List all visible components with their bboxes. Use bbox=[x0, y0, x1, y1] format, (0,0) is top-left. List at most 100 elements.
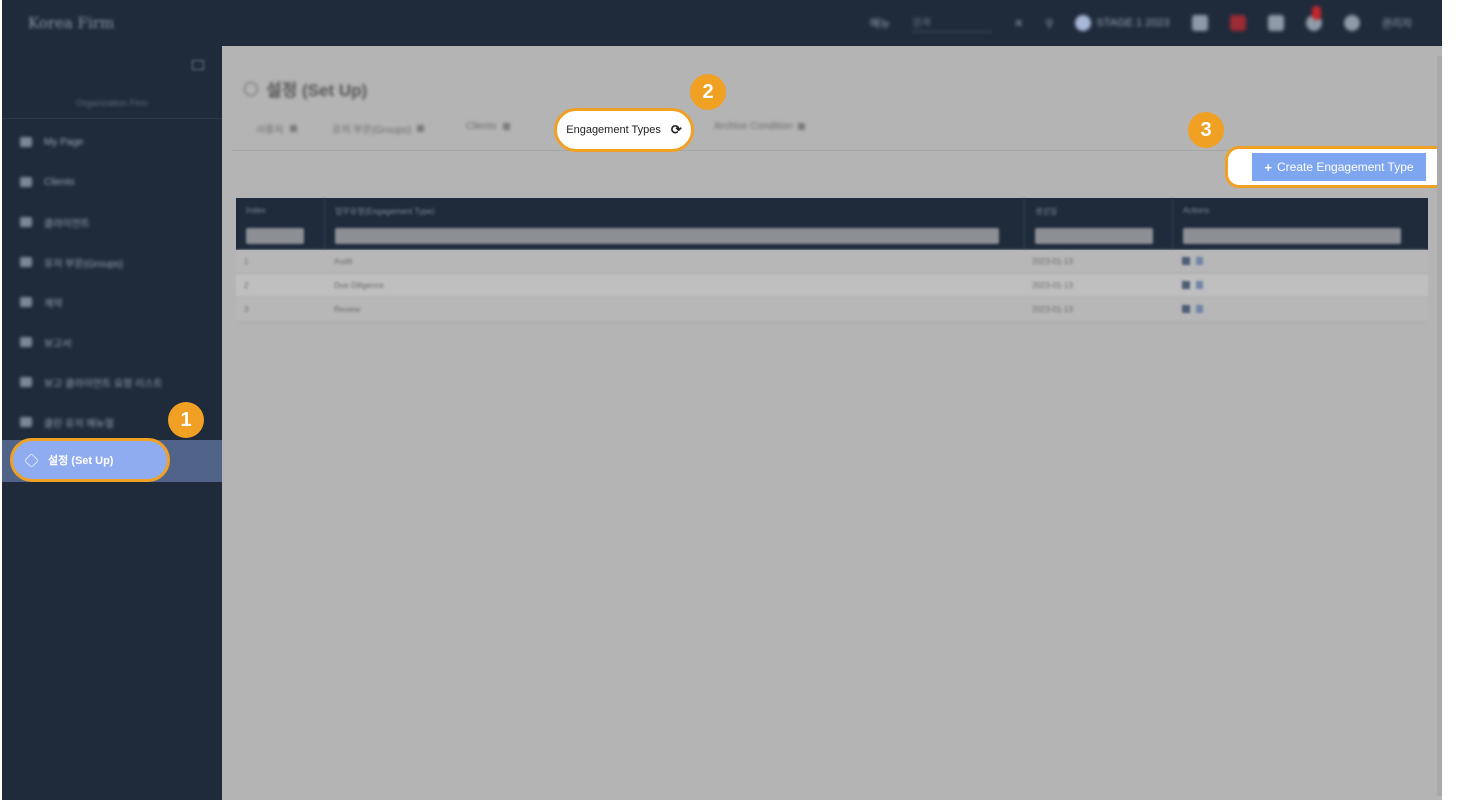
sidebar-item-groups[interactable]: 유저 부문(Groups) bbox=[2, 242, 222, 282]
sidebar-divider bbox=[2, 118, 222, 119]
column-header-index[interactable]: Index bbox=[236, 198, 324, 250]
tab-groups[interactable]: 유저 부문(Groups) bbox=[332, 121, 425, 136]
column-header-date[interactable]: 생성일 bbox=[1024, 198, 1172, 250]
table-row[interactable]: 2 Due Diligence 2023-01-13 bbox=[236, 274, 1428, 298]
sidebar-item-contracts[interactable]: 계약 bbox=[2, 282, 222, 322]
main-content: 설정 (Set Up) 사용자 유저 부문(Groups) Clients Ar… bbox=[222, 46, 1442, 800]
tab-archive-condition[interactable]: Archive Condition bbox=[714, 121, 806, 132]
column-header-type[interactable]: 업무유형(Engagement Type) bbox=[324, 198, 1024, 250]
collapse-sidebar-icon[interactable] bbox=[192, 60, 204, 70]
sidebar-item-reports[interactable]: 보고서 bbox=[2, 322, 222, 362]
tab-engagement-types[interactable]: Engagement Types ⟳ bbox=[554, 108, 694, 152]
filter-input[interactable] bbox=[1183, 228, 1401, 244]
create-button-highlight: + Create Engagement Type bbox=[1225, 146, 1442, 188]
row-actions bbox=[1182, 257, 1203, 265]
sidebar-item-request-list[interactable]: 보고 클라이언트 요청 리스트 bbox=[2, 362, 222, 402]
table-header: Index 업무유형(Engagement Type) 생성일 Actions bbox=[236, 198, 1428, 250]
home-icon[interactable] bbox=[1191, 15, 1208, 31]
list-icon bbox=[20, 377, 32, 387]
sidebar-item-client[interactable]: 클라이언트 bbox=[2, 202, 222, 242]
help-icon[interactable] bbox=[1343, 15, 1360, 31]
sidebar-item-label: 보고서 bbox=[44, 338, 72, 350]
row-actions bbox=[1182, 305, 1203, 313]
sidebar-item-clients[interactable]: Clients bbox=[2, 162, 222, 202]
app-window: Korea Firm 메뉴 검색 ✕ ⚲ STAGE 1 2023 관리자 Or… bbox=[2, 0, 1442, 800]
top-menu-link[interactable]: 메뉴 bbox=[870, 15, 890, 31]
tab-bar: 사용자 유저 부문(Groups) Clients Archive Condit… bbox=[242, 114, 1442, 144]
trial-status[interactable]: STAGE 1 2023 bbox=[1075, 15, 1170, 31]
cell-date: 2023-01-13 bbox=[1032, 257, 1073, 266]
close-icon[interactable] bbox=[417, 125, 425, 132]
close-icon[interactable] bbox=[798, 123, 806, 130]
cell-type: Due Diligence bbox=[334, 281, 384, 290]
clear-search-icon[interactable]: ✕ bbox=[1014, 17, 1023, 30]
top-bar: Korea Firm 메뉴 검색 ✕ ⚲ STAGE 1 2023 관리자 bbox=[2, 0, 1442, 46]
row-actions bbox=[1182, 281, 1203, 289]
table-row[interactable]: 3 Review 2023-01-13 bbox=[236, 298, 1428, 322]
search-input[interactable]: 검색 bbox=[912, 14, 993, 32]
cell-type: Review bbox=[334, 305, 361, 314]
column-header-actions: Actions bbox=[1172, 198, 1428, 250]
sidebar-menu: My Page Clients 클라이언트 유저 부문(Groups) 계약 보… bbox=[2, 122, 222, 442]
video-icon[interactable] bbox=[1229, 15, 1246, 31]
tab-label: Engagement Types bbox=[566, 124, 661, 136]
tab-clients[interactable]: Clients bbox=[466, 121, 510, 132]
bell-icon[interactable] bbox=[1305, 6, 1322, 31]
sidebar-item-label: 설정 (Set Up) bbox=[48, 455, 114, 467]
delete-icon[interactable] bbox=[1196, 257, 1203, 265]
user-menu[interactable]: 관리자 bbox=[1382, 15, 1412, 31]
settings-icon bbox=[244, 81, 258, 96]
sidebar-item-label: 보고 클라이언트 요청 리스트 bbox=[44, 378, 163, 390]
edit-icon[interactable] bbox=[1182, 305, 1190, 313]
page-title: 설정 (Set Up) bbox=[244, 76, 367, 101]
filter-input[interactable] bbox=[1035, 228, 1153, 244]
page-scrollbar[interactable] bbox=[1437, 56, 1442, 796]
stage-icon bbox=[1075, 15, 1092, 31]
brand-logo[interactable]: Korea Firm bbox=[28, 14, 114, 32]
column-label: Actions bbox=[1183, 206, 1210, 215]
filter-input[interactable] bbox=[246, 228, 304, 244]
filter-input[interactable] bbox=[335, 228, 999, 244]
callout-badge-3: 3 bbox=[1188, 112, 1224, 148]
sidebar-item-label: 계약 bbox=[44, 298, 63, 310]
refresh-icon[interactable]: ⟳ bbox=[671, 122, 682, 138]
settings-icon bbox=[24, 452, 39, 468]
column-label: 생성일 bbox=[1035, 207, 1058, 216]
sidebar-item-setup[interactable]: 설정 (Set Up) bbox=[10, 438, 170, 482]
clients-icon bbox=[20, 177, 32, 187]
book-icon bbox=[20, 417, 32, 427]
tab-label: Clients bbox=[466, 121, 497, 132]
cell-index: 3 bbox=[244, 305, 249, 314]
callout-badge-1: 1 bbox=[168, 402, 204, 438]
trial-label: STAGE 1 2023 bbox=[1096, 17, 1170, 29]
report-icon bbox=[20, 337, 32, 347]
close-icon[interactable] bbox=[289, 125, 297, 132]
sidebar-item-label: My Page bbox=[44, 136, 84, 148]
plus-icon: + bbox=[1264, 159, 1273, 175]
tab-label: Archive Condition bbox=[714, 121, 793, 132]
engagement-types-table: Index 업무유형(Engagement Type) 생성일 Actions … bbox=[236, 198, 1428, 322]
tab-label: 유저 부문(Groups) bbox=[332, 125, 412, 136]
tab-users[interactable]: 사용자 bbox=[256, 121, 297, 136]
close-icon[interactable] bbox=[502, 123, 510, 130]
table-row[interactable]: 1 Audit 2023-01-13 bbox=[236, 250, 1428, 274]
org-label: Organization Firm bbox=[76, 98, 148, 108]
handshake-icon bbox=[20, 297, 32, 307]
sidebar-item-label: 유저 부문(Groups) bbox=[44, 258, 124, 270]
edit-icon[interactable] bbox=[1182, 281, 1190, 289]
tab-label: 사용자 bbox=[256, 125, 284, 136]
delete-icon[interactable] bbox=[1196, 281, 1203, 289]
folder-icon bbox=[20, 217, 32, 227]
delete-icon[interactable] bbox=[1196, 305, 1203, 313]
search-icon[interactable]: ⚲ bbox=[1045, 17, 1053, 30]
cell-index: 2 bbox=[244, 281, 249, 290]
cell-index: 1 bbox=[244, 257, 249, 266]
sidebar-item-my-page[interactable]: My Page bbox=[2, 122, 222, 162]
edit-icon[interactable] bbox=[1182, 257, 1190, 265]
monitor-icon[interactable] bbox=[1267, 15, 1284, 31]
create-engagement-type-button[interactable]: + Create Engagement Type bbox=[1252, 153, 1426, 181]
sidebar-item-label: Clients bbox=[44, 176, 75, 188]
column-label: 업무유형(Engagement Type) bbox=[335, 207, 435, 216]
column-label: Index bbox=[246, 206, 266, 215]
sidebar-item-label: 클린 유저 매뉴얼 bbox=[44, 418, 114, 430]
